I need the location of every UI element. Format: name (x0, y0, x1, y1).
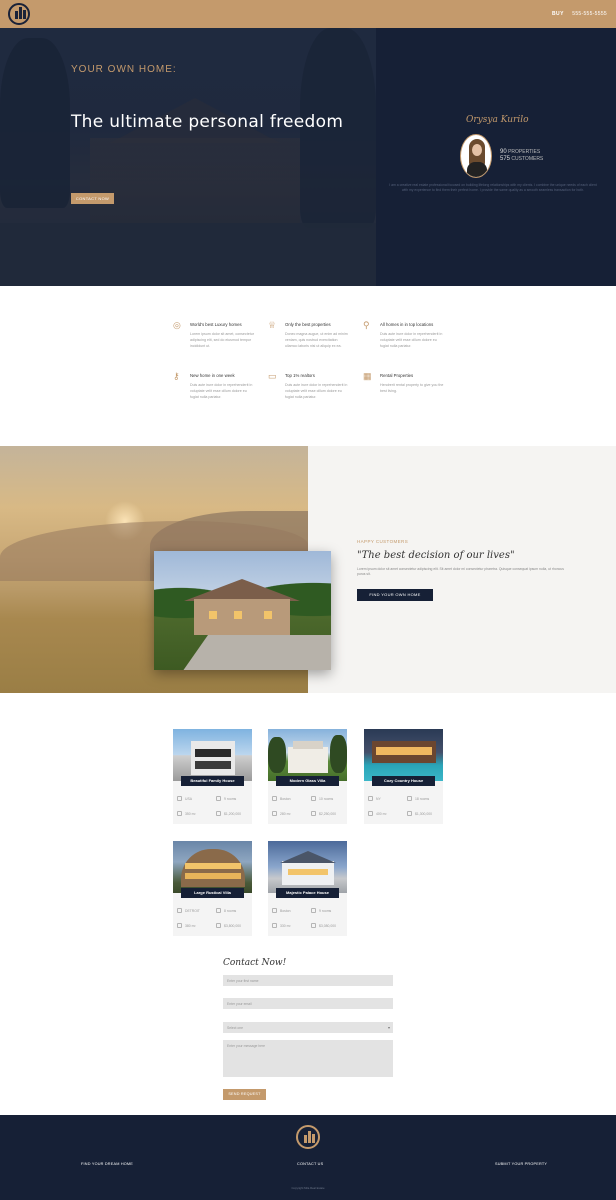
key-icon: ⚷ (173, 371, 180, 381)
agent-avatar (460, 134, 492, 178)
customers-kicker: HAPPY CUSTOMERS (357, 539, 409, 544)
hero-title: The ultimate personal freedom (71, 112, 344, 132)
rooms-icon (311, 908, 316, 913)
rooms-icon (216, 908, 221, 913)
footer-link-contact[interactable]: CONTACT US (297, 1162, 323, 1166)
property-card[interactable]: Beautiful Family House USA 9 rooms 350 m… (173, 729, 252, 824)
trophy-icon: ♕ (268, 320, 277, 330)
agent-bio: I am a creative real estate professional… (389, 183, 597, 192)
customers-text: Lorem ipsum dolor sit amet consectetur a… (357, 567, 564, 576)
property-image (173, 729, 252, 781)
location-icon (272, 908, 277, 913)
property-name: Beautiful Family House (181, 776, 244, 786)
area-icon (177, 811, 182, 816)
copyright-text: Copyright Mila Real Estate (291, 1186, 325, 1190)
property-card[interactable]: Large Rustical Villa DETROIT 8 rooms 380… (173, 841, 252, 936)
agent-stat-customers: 575 CUSTOMERS (500, 156, 544, 162)
globe-icon: ◎ (173, 320, 181, 330)
area-icon (272, 923, 277, 928)
logo-icon[interactable] (8, 3, 30, 25)
footer-logo-icon[interactable] (296, 1125, 320, 1149)
location-icon (368, 796, 373, 801)
price-tag-icon (216, 811, 221, 816)
area-icon (368, 811, 373, 816)
email-input[interactable]: Enter your email (223, 998, 393, 1009)
property-image (173, 841, 252, 893)
chevron-down-icon: ▾ (387, 1025, 390, 1030)
rooms-icon (216, 796, 221, 801)
hero-kicker: YOUR OWN HOME: (71, 64, 177, 75)
select-dropdown[interactable]: Select one ▾ (223, 1022, 393, 1033)
price-tag-icon (311, 923, 316, 928)
rooms-icon (407, 796, 412, 801)
find-your-own-home-button[interactable]: FIND YOUR OWN HOME (357, 589, 433, 601)
property-card[interactable]: Cozy Country House NY 18 rooms 400 m² $1… (364, 729, 443, 824)
property-name: Large Rustical Villa (181, 888, 244, 898)
area-icon (177, 923, 182, 928)
price-tag-icon (216, 923, 221, 928)
property-image (364, 729, 443, 781)
property-card[interactable]: Majestic Palace House Boston 9 rooms 330… (268, 841, 347, 936)
property-name: Modern Glass Villa (276, 776, 339, 786)
property-card[interactable]: Modern Glass Villa Boston 10 rooms 280 m… (268, 729, 347, 824)
area-icon (272, 811, 277, 816)
property-name: Majestic Palace House (276, 888, 339, 898)
property-name: Cozy Country House (372, 776, 435, 786)
send-request-button[interactable]: SEND REQUEST (223, 1089, 266, 1100)
contact-now-button[interactable]: CONTACT NOW (71, 193, 114, 204)
nav-buy-link[interactable]: BUY (552, 11, 564, 17)
property-image (268, 729, 347, 781)
first-name-input[interactable]: Enter your first name (223, 975, 393, 986)
price-tag-icon (407, 811, 412, 816)
happy-customers-section: HAPPY CUSTOMERS "The best decision of ou… (0, 446, 616, 693)
footer-link-submit-property[interactable]: SUBMIT YOUR PROPERTY (495, 1162, 547, 1166)
location-icon (272, 796, 277, 801)
location-icon (177, 796, 182, 801)
property-image (268, 841, 347, 893)
agent-name: Orysya Kurilo (466, 115, 529, 125)
building-icon: ▦ (363, 371, 372, 381)
rooms-icon (311, 796, 316, 801)
top-navbar: BUY 555-555-5555 (0, 0, 616, 28)
price-tag-icon (311, 811, 316, 816)
customers-quote: "The best decision of our lives" (357, 550, 515, 561)
contact-title: Contact Now! (223, 958, 287, 968)
house-image (154, 551, 331, 670)
footer: FIND YOUR DREAM HOME CONTACT US SUBMIT Y… (0, 1115, 616, 1200)
agent-stat-properties: 90 PROPERTIES (500, 149, 541, 155)
nav-phone-link[interactable]: 555-555-5555 (572, 11, 607, 17)
features-section: ◎ World's best Luxury homes Lorem ipsum … (0, 286, 616, 446)
footer-link-find-home[interactable]: FIND YOUR DREAM HOME (81, 1162, 133, 1166)
message-textarea[interactable]: Enter your message here (223, 1040, 393, 1077)
location-pin-icon: ⚲ (363, 320, 370, 330)
select-value: Select one (227, 1026, 244, 1030)
location-icon (177, 908, 182, 913)
monitor-icon: ▭ (268, 371, 277, 381)
hero-section: YOUR OWN HOME: The ultimate personal fre… (0, 28, 616, 286)
